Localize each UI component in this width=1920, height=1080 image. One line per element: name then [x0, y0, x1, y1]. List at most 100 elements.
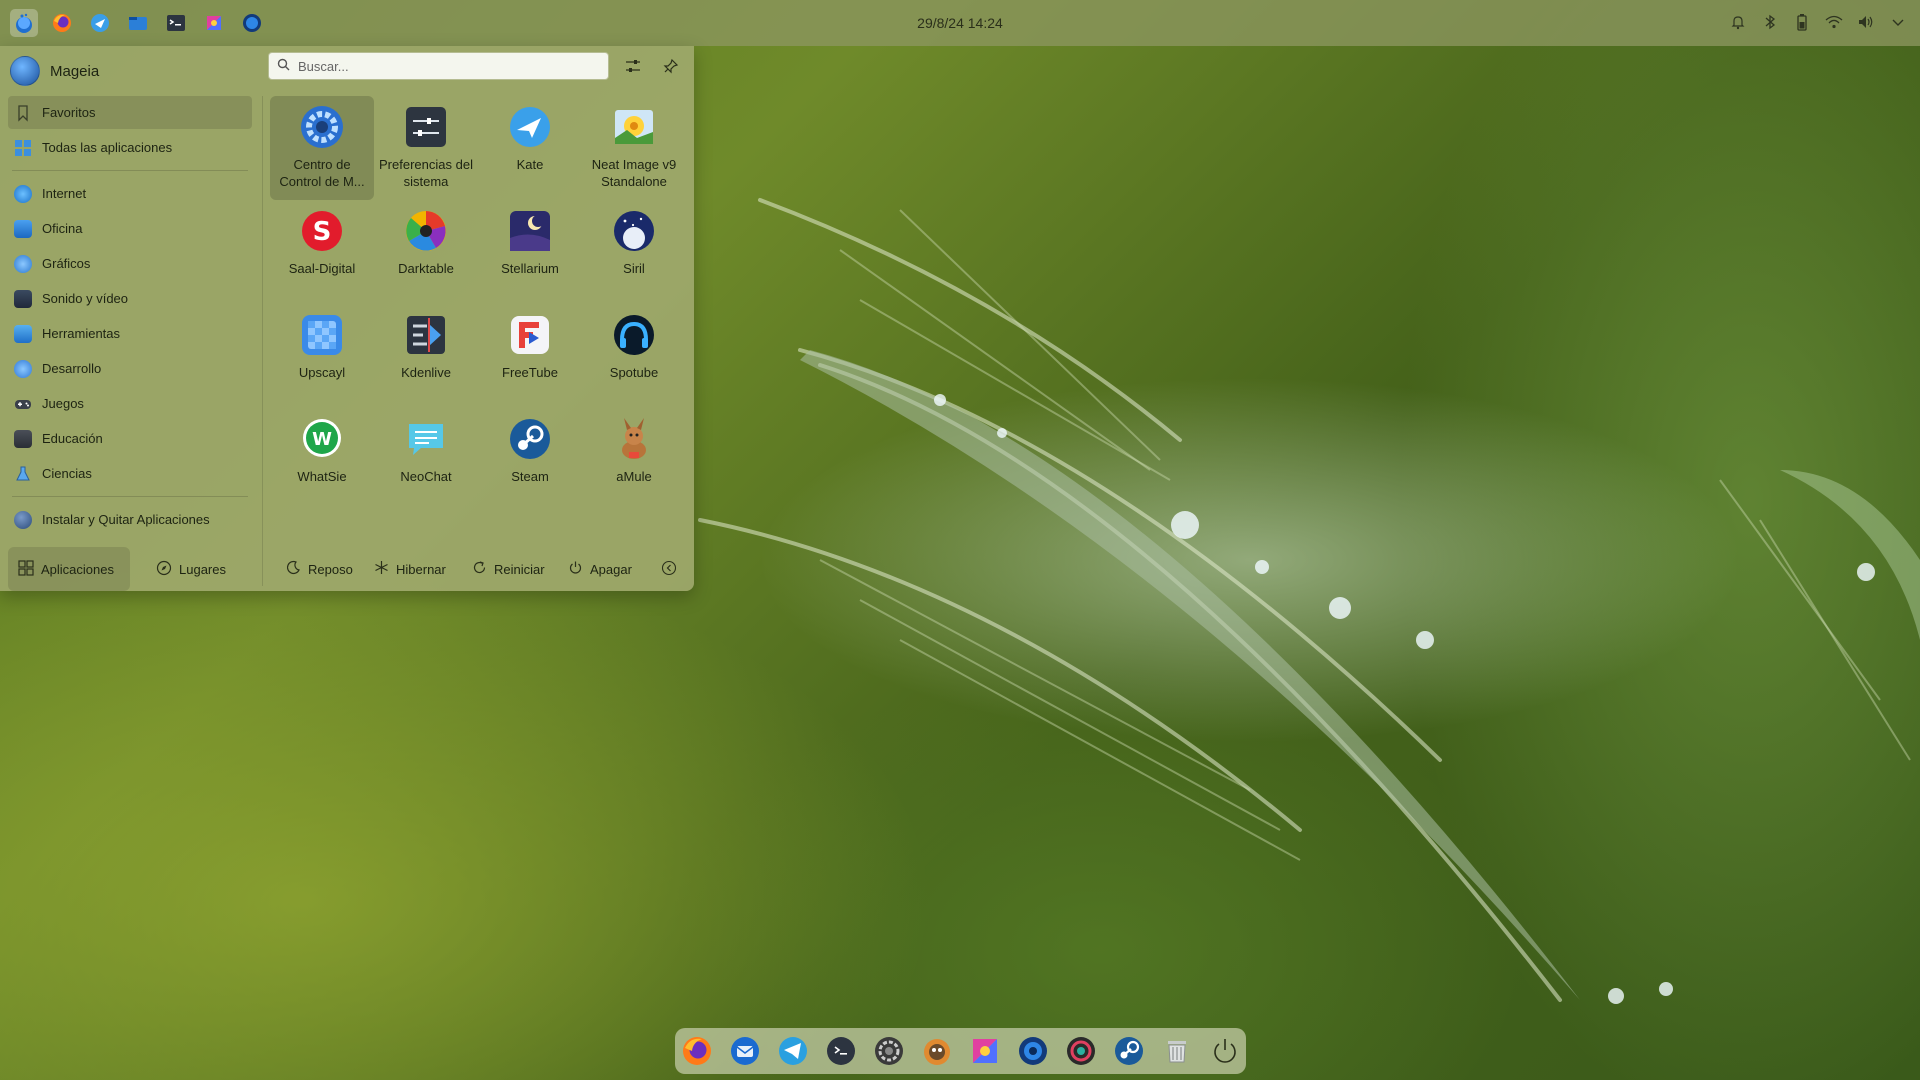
globe-icon — [14, 184, 32, 203]
kdenlive-icon — [401, 310, 451, 360]
steam-icon[interactable] — [1110, 1032, 1148, 1070]
app-label: Kdenlive — [401, 365, 451, 380]
app-label: aMule — [616, 469, 652, 484]
app-saal-digital[interactable]: S Saal-Digital — [270, 200, 374, 304]
search-field[interactable] — [268, 52, 609, 80]
install-icon — [14, 510, 32, 529]
app-kdenlive[interactable]: Kdenlive — [374, 304, 478, 408]
pin-button[interactable] — [658, 54, 684, 80]
app-darktable[interactable]: Darktable — [374, 200, 478, 304]
thunderbird-icon[interactable] — [726, 1032, 764, 1070]
category-educacion[interactable]: Educación — [8, 422, 252, 455]
education-icon — [14, 429, 32, 448]
category-graficos[interactable]: Gráficos — [8, 247, 252, 280]
firefox-icon[interactable] — [678, 1032, 716, 1070]
aperture-icon[interactable] — [870, 1032, 908, 1070]
terminal-icon[interactable] — [822, 1032, 860, 1070]
button-label: Hibernar — [396, 561, 446, 577]
shutdown-button[interactable]: Apagar — [558, 547, 646, 591]
tab-places[interactable]: Lugares — [146, 547, 246, 591]
clock[interactable]: 29/8/24 14:24 — [917, 15, 1003, 31]
category-juegos[interactable]: Juegos — [8, 387, 252, 420]
chevron-left-icon — [661, 560, 677, 579]
divider — [262, 96, 263, 586]
trash-icon[interactable] — [1158, 1032, 1196, 1070]
gimp-icon[interactable] — [918, 1032, 956, 1070]
category-label: Ciencias — [42, 466, 92, 481]
tab-applications[interactable]: Aplicaciones — [8, 547, 130, 591]
hibernate-button[interactable]: Hibernar — [364, 547, 464, 591]
category-internet[interactable]: Internet — [8, 177, 252, 210]
category-label: Oficina — [42, 221, 83, 236]
category-label: Instalar y Quitar Aplicaciones — [42, 512, 210, 527]
category-label: Sonido y vídeo — [42, 291, 129, 306]
category-ciencias[interactable]: Ciencias — [8, 457, 252, 490]
bookmark-icon — [14, 104, 32, 122]
category-desarrollo[interactable]: Desarrollo — [8, 352, 252, 385]
snowflake-icon — [374, 560, 389, 578]
firefox-icon[interactable] — [48, 9, 76, 37]
kdenlive-icon[interactable] — [966, 1032, 1004, 1070]
app-stellarium[interactable]: Stellarium — [478, 200, 582, 304]
sleep-button[interactable]: Reposo — [276, 547, 368, 591]
search-input[interactable] — [296, 57, 590, 75]
category-label: Internet — [42, 186, 87, 201]
kate-icon[interactable] — [86, 9, 114, 37]
app-upscayl[interactable]: Upscayl — [270, 304, 374, 408]
app-neochat[interactable]: NeoChat — [374, 408, 478, 512]
gamepad-icon — [14, 395, 32, 413]
graphics-icon — [14, 254, 32, 273]
app-label: Siril — [623, 261, 645, 276]
category-herramientas[interactable]: Herramientas — [8, 317, 252, 350]
world-icon[interactable] — [238, 9, 266, 37]
app-label: Neat Image v9 Standalone — [591, 157, 677, 189]
app-steam[interactable]: Steam — [478, 408, 582, 512]
configure-button[interactable] — [620, 54, 646, 80]
category-sonido-y-video[interactable]: Sonido y vídeo — [8, 282, 252, 315]
bluetooth-icon[interactable] — [1760, 9, 1780, 35]
saal-digital-icon: S — [297, 206, 347, 256]
button-label: Apagar — [590, 561, 632, 577]
siril-icon — [609, 206, 659, 256]
konsole-icon[interactable] — [162, 9, 190, 37]
category-todas-las-aplicaciones[interactable]: Todas las aplicaciones — [8, 131, 252, 164]
kdenlive-icon[interactable] — [200, 9, 228, 37]
app-label: Steam — [511, 469, 549, 484]
office-icon — [14, 219, 32, 238]
tab-label: Aplicaciones — [41, 561, 114, 577]
avatar[interactable] — [10, 56, 40, 86]
app-preferencias-del-sistema[interactable]: Preferencias del sistema — [374, 96, 478, 200]
user-name: Mageia — [50, 62, 100, 80]
app-whatsie[interactable]: W WhatSie — [270, 408, 374, 512]
app-centro-de-control[interactable]: Centro de Control de M... — [270, 96, 374, 200]
app-siril[interactable]: Siril — [582, 200, 686, 304]
battery-icon[interactable] — [1792, 9, 1812, 35]
category-label: Desarrollo — [42, 361, 102, 376]
dolphin-icon[interactable] — [124, 9, 152, 37]
app-amule[interactable]: aMule — [582, 408, 686, 512]
wifi-icon[interactable] — [1824, 9, 1844, 35]
volume-icon[interactable] — [1856, 9, 1876, 35]
application-launcher: Mageia Favoritos Todas las aplicaciones … — [0, 46, 694, 591]
more-actions-button[interactable] — [652, 547, 688, 591]
restart-button[interactable]: Reiniciar — [462, 547, 558, 591]
power-icon[interactable] — [1206, 1032, 1244, 1070]
category-favoritos[interactable]: Favoritos — [8, 96, 252, 129]
category-instalar-y-quitar-aplicaciones[interactable]: Instalar y Quitar Aplicaciones — [8, 503, 252, 536]
telegram-icon[interactable] — [774, 1032, 812, 1070]
app-label: Stellarium — [501, 261, 559, 276]
mageia-launcher-icon[interactable] — [10, 9, 38, 37]
app-label: NeoChat — [400, 469, 452, 484]
app-freetube[interactable]: FreeTube — [478, 304, 582, 408]
category-oficina[interactable]: Oficina — [8, 212, 252, 245]
chevron-down-icon[interactable] — [1888, 9, 1908, 35]
world-icon[interactable] — [1014, 1032, 1052, 1070]
multimedia-icon — [14, 289, 32, 308]
obs-icon[interactable] — [1062, 1032, 1100, 1070]
app-kate[interactable]: Kate — [478, 96, 582, 200]
app-spotube[interactable]: Spotube — [582, 304, 686, 408]
app-neat-image[interactable]: Neat Image v9 Standalone — [582, 96, 686, 200]
bell-icon[interactable] — [1728, 9, 1748, 35]
category-sidebar: Favoritos Todas las aplicaciones Interne… — [8, 96, 252, 538]
category-label: Juegos — [42, 396, 84, 411]
